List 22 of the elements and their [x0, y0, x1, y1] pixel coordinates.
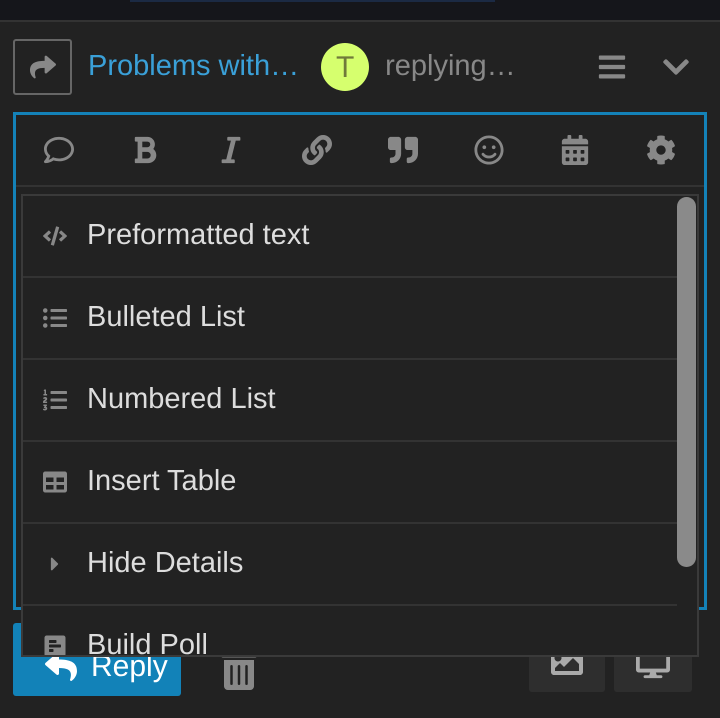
- quote-icon: [388, 135, 418, 165]
- user-avatar: T: [321, 43, 370, 91]
- link-icon: [302, 135, 332, 165]
- settings-icon: [646, 135, 676, 165]
- numbered-list-icon: [43, 388, 67, 412]
- topic-title-link[interactable]: Problems with…: [88, 45, 300, 89]
- table-icon: [43, 470, 67, 494]
- scrollbar[interactable]: [677, 197, 696, 567]
- share-arrow-icon: [30, 54, 56, 80]
- menu-item[interactable]: Preformatted text: [23, 196, 677, 278]
- smiley-icon: [474, 135, 504, 165]
- code-icon: [43, 224, 67, 248]
- menu-item[interactable]: Numbered List: [23, 360, 677, 442]
- status-text: replying…: [385, 49, 516, 84]
- share-button[interactable]: [13, 39, 72, 95]
- menu-item[interactable]: Hide Details: [23, 524, 677, 606]
- menu-item[interactable]: Insert Table: [23, 442, 677, 524]
- menu-item[interactable]: Bulleted List: [23, 278, 677, 360]
- bulleted-list-icon: [43, 306, 67, 330]
- bar-chart-icon: [43, 634, 67, 655]
- calendar-icon: [560, 135, 590, 165]
- speech-bubble-icon: [44, 135, 74, 165]
